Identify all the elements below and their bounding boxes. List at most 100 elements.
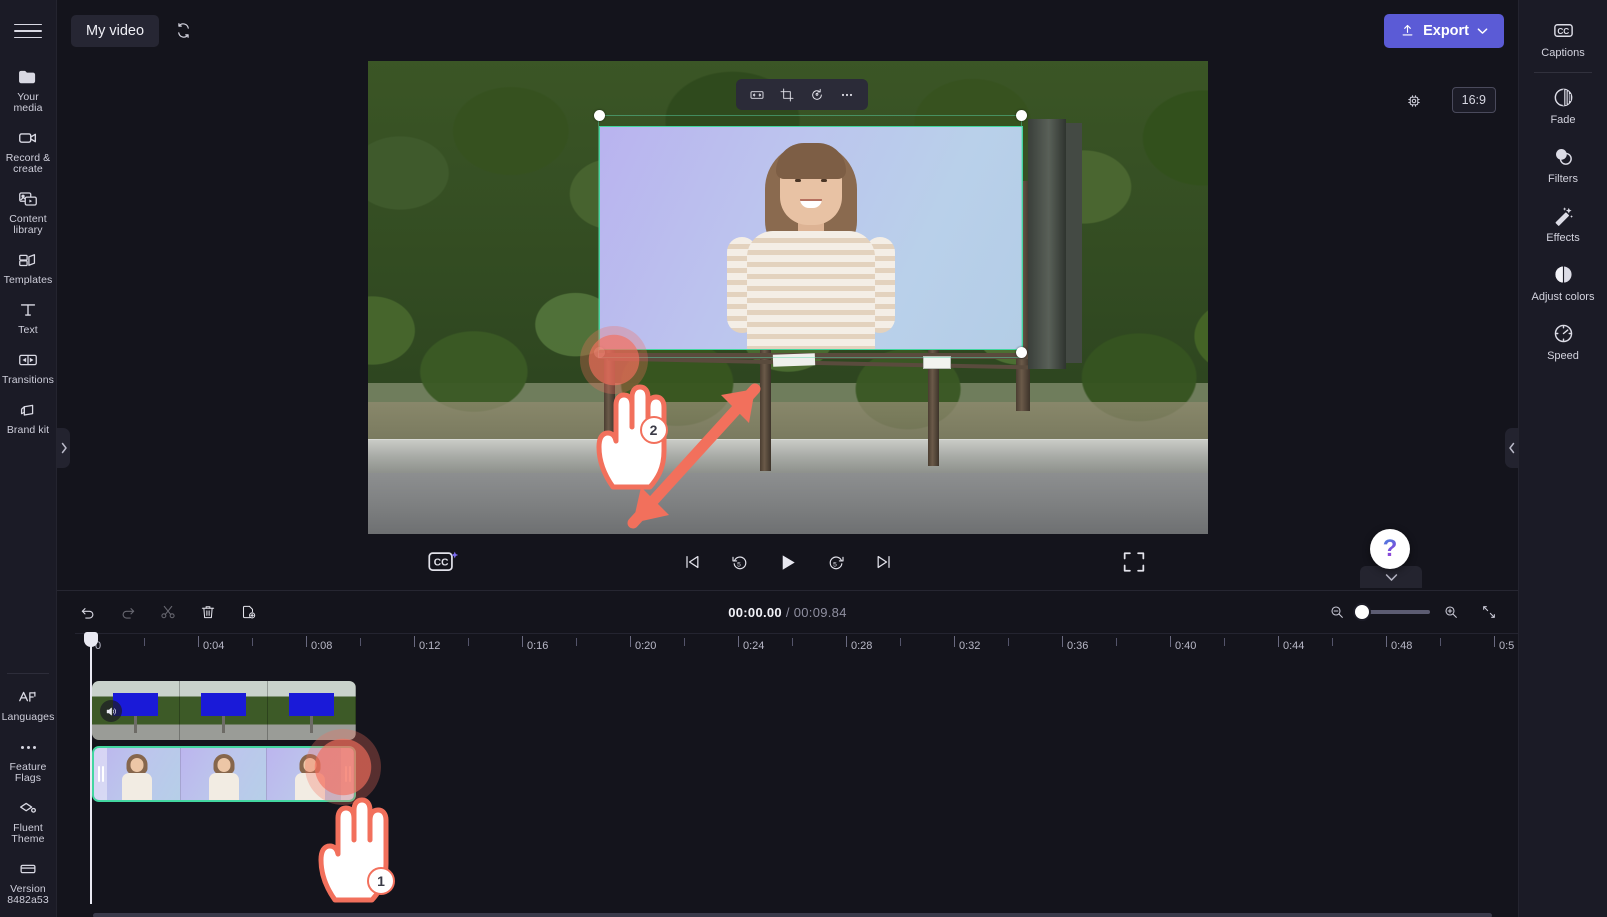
person-eye-right — [820, 179, 827, 182]
captions-toggle-button[interactable]: CC — [427, 548, 461, 576]
sidebar-item-text[interactable]: Text — [0, 291, 57, 341]
hamburger-icon[interactable] — [14, 20, 42, 42]
more-icon[interactable] — [834, 82, 860, 107]
duplicate-button[interactable] — [235, 599, 261, 625]
chip-settings-icon[interactable] — [1402, 89, 1426, 113]
sync-status-icon[interactable] — [168, 16, 198, 46]
play-button[interactable] — [773, 547, 803, 577]
annotation-step-1-badge: 1 — [367, 867, 395, 895]
clip-thumbnails — [92, 681, 356, 740]
right-item-effects[interactable]: Effects — [1519, 193, 1607, 252]
video-canvas[interactable]: 2 — [367, 61, 1208, 534]
right-item-captions[interactable]: CC Captions — [1519, 8, 1607, 67]
zoom-slider[interactable] — [1355, 605, 1430, 619]
sidebar-item-label: Transitions — [1, 374, 55, 386]
right-sidebar: CC Captions Fade Filters Effects Adjust … — [1518, 0, 1607, 917]
zoom-in-button[interactable] — [1440, 601, 1462, 623]
sidebar-item-version[interactable]: Version 8482a53 — [0, 850, 57, 911]
ruler-label: 0:04 — [203, 640, 225, 652]
collapse-right-panel-button[interactable] — [1505, 428, 1518, 468]
undo-button[interactable] — [75, 599, 101, 625]
filters-icon — [1550, 143, 1576, 169]
mute-toggle-icon[interactable] — [100, 700, 122, 722]
redo-button[interactable] — [115, 599, 141, 625]
zoom-out-button[interactable] — [1326, 601, 1348, 623]
help-panel-collapse-button[interactable] — [1360, 566, 1422, 588]
export-label: Export — [1423, 22, 1469, 39]
billboard-post-mid — [759, 346, 771, 471]
ruler-label: 0:28 — [851, 640, 873, 652]
timeline-panel: 00:00.00 / 00:09.84 0 0:04 0:08 0:12 0:1… — [57, 590, 1518, 917]
timeline-toolbar: 00:00.00 / 00:09.84 — [57, 591, 1518, 633]
help-button[interactable]: ? — [1370, 529, 1410, 569]
right-item-label: Fade — [1550, 114, 1576, 126]
skip-to-end-button[interactable] — [869, 547, 899, 577]
rewind-5s-button[interactable]: 5 — [725, 547, 755, 577]
project-title[interactable]: My video — [71, 14, 160, 47]
fullscreen-button[interactable] — [1120, 548, 1148, 576]
small-sign-left — [772, 353, 815, 367]
right-item-fade[interactable]: Fade — [1519, 75, 1607, 134]
ruler-label: 0:20 — [635, 640, 657, 652]
right-item-label: Effects — [1546, 232, 1580, 244]
timeline-clip-person[interactable] — [92, 746, 356, 802]
sidebar-item-content-library[interactable]: Content library — [0, 180, 57, 241]
sidebar-item-label: Your media — [13, 91, 43, 114]
sidebar-item-label: Languages — [1, 711, 55, 723]
timeline-scrollbar-thumb[interactable] — [93, 913, 1492, 917]
redo-icon — [122, 608, 135, 619]
sidebar-item-transitions[interactable]: Transitions — [0, 341, 57, 391]
person-hair-top — [775, 143, 846, 179]
top-bar: My video Export — [57, 0, 1518, 61]
zoom-slider-knob[interactable] — [1355, 605, 1369, 619]
resize-handle-top-left[interactable] — [593, 110, 605, 121]
resize-handle-bottom-right[interactable] — [1015, 347, 1027, 358]
playhead[interactable] — [84, 632, 98, 904]
ruler-label: 0:12 — [419, 640, 441, 652]
transitions-icon — [16, 348, 40, 372]
timecode-display: 00:00.00 / 00:09.84 — [57, 605, 1518, 620]
delete-button[interactable] — [195, 599, 221, 625]
speed-icon — [1550, 320, 1576, 346]
sidebar-item-your-media[interactable]: Your media — [0, 58, 57, 119]
timeline-zoom-controls — [1326, 601, 1500, 623]
speaker-icon — [106, 707, 116, 715]
fit-width-icon[interactable] — [744, 82, 770, 107]
timeline-clip-billboard[interactable] — [92, 681, 356, 740]
export-button[interactable]: Export — [1384, 13, 1504, 48]
ruler-label: 0:08 — [311, 640, 333, 652]
clip-thumbnail — [180, 748, 268, 800]
rotate-icon[interactable] — [804, 82, 830, 107]
timeline-scrollbar[interactable] — [93, 913, 1492, 917]
clipchamp-editor: Your media Record & create Content libra… — [0, 0, 1607, 917]
sidebar-item-templates[interactable]: Templates — [0, 241, 57, 291]
timeline-ruler[interactable]: 0 0:04 0:08 0:12 0:16 0:20 0:24 0:28 0:3… — [75, 633, 1518, 659]
sidebar-item-label: Feature Flags — [9, 761, 47, 784]
sidebar-item-brand-kit[interactable]: Brand kit — [0, 391, 57, 441]
sidebar-item-fluent-theme[interactable]: Fluent Theme — [0, 789, 57, 850]
clip-thumbnail — [94, 748, 181, 800]
trim-handle-left[interactable] — [94, 748, 107, 800]
captions-icon: CC — [1550, 17, 1576, 43]
resize-handle-bottom-left[interactable] — [593, 347, 605, 358]
undo-icon — [81, 608, 94, 619]
aspect-ratio-chip[interactable]: 16:9 — [1451, 87, 1496, 113]
sidebar-item-feature-flags[interactable]: Feature Flags — [0, 728, 57, 789]
right-item-speed[interactable]: Speed — [1519, 311, 1607, 370]
right-sidebar-divider — [1534, 72, 1592, 73]
forward-5s-button[interactable]: 5 — [821, 547, 851, 577]
collapse-left-panel-button[interactable] — [57, 428, 70, 468]
fit-timeline-button[interactable] — [1478, 601, 1500, 623]
skip-to-start-button[interactable] — [677, 547, 707, 577]
right-item-adjust-colors[interactable]: Adjust colors — [1519, 252, 1607, 311]
effects-icon — [1550, 202, 1576, 228]
sidebar-item-record-create[interactable]: Record & create — [0, 119, 57, 180]
right-item-label: Speed — [1547, 350, 1579, 362]
svg-text:5: 5 — [737, 562, 741, 569]
right-item-filters[interactable]: Filters — [1519, 134, 1607, 193]
trim-handle-right[interactable] — [341, 748, 354, 800]
sidebar-item-languages[interactable]: Languages — [0, 678, 57, 728]
resize-handle-top-right[interactable] — [1015, 110, 1027, 121]
crop-icon[interactable] — [774, 82, 800, 107]
split-button[interactable] — [155, 599, 181, 625]
